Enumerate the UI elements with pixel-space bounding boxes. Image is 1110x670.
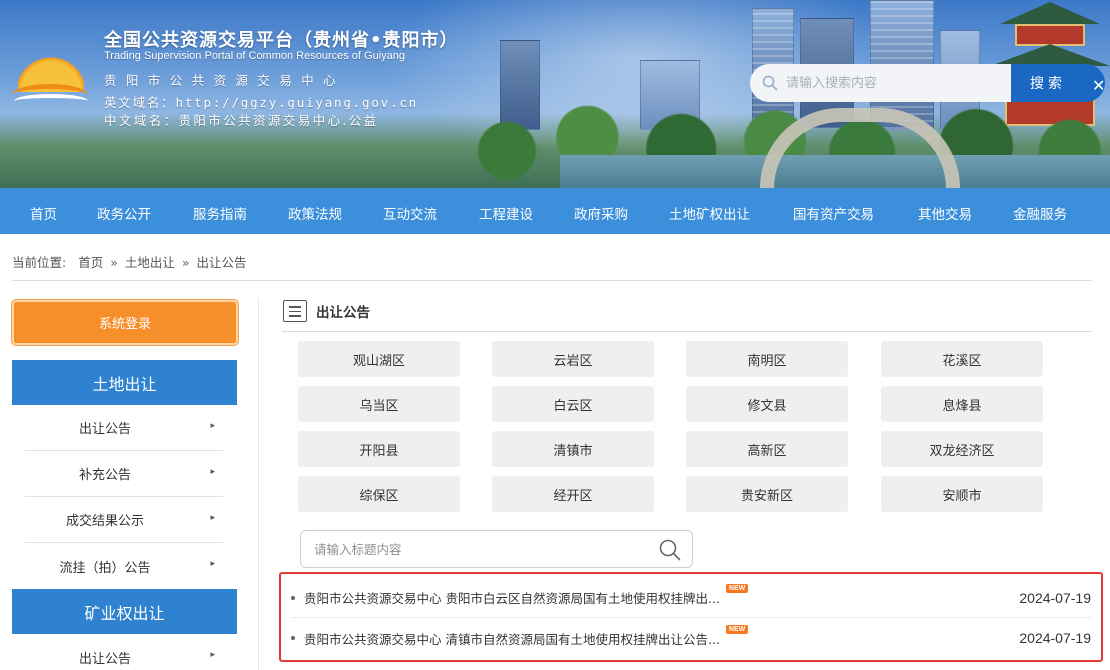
search-icon[interactable] <box>658 538 682 566</box>
notice-row[interactable]: 贵阳市公共资源交易中心 贵阳市白云区自然资源局国有土地使用权挂牌出... NEW… <box>291 578 1091 618</box>
district-qingzhen[interactable]: 清镇市 <box>492 431 654 467</box>
sidebar-item-failed-auction[interactable]: 流挂（拍）公告 ▸ <box>25 543 223 589</box>
district-kaiyang[interactable]: 开阳县 <box>298 431 460 467</box>
breadcrumb-label: 当前位置: <box>12 255 67 270</box>
district-gaoxin[interactable]: 高新区 <box>686 431 848 467</box>
site-search-box[interactable] <box>750 64 1012 102</box>
sidebar-item-mining-notice[interactable]: 出让公告 ▸ <box>25 634 223 670</box>
nav-item-other[interactable]: 其他交易 <box>918 203 972 223</box>
district-guanshanhu[interactable]: 观山湖区 <box>298 341 460 377</box>
chevron-right-icon: ▸ <box>210 421 215 431</box>
district-shuanglong[interactable]: 双龙经济区 <box>881 431 1043 467</box>
site-search-input[interactable] <box>786 75 996 91</box>
section-divider <box>282 331 1092 332</box>
breadcrumb-current[interactable]: 出让公告 <box>196 255 246 270</box>
sidebar-item-label: 补充公告 <box>78 468 131 483</box>
header-banner: 全国公共资源交易平台（贵州省•贵阳市） Trading Supervision … <box>0 0 1110 188</box>
district-zongbao[interactable]: 综保区 <box>298 476 460 512</box>
banner-pavilion <box>1000 2 1100 24</box>
logo-wave-icon <box>14 94 88 108</box>
list-icon <box>283 300 307 322</box>
breadcrumb-divider <box>12 280 1092 281</box>
sidebar-section-mining: 矿业权出让 <box>12 589 237 634</box>
district-jingkai[interactable]: 经开区 <box>492 476 654 512</box>
notice-title[interactable]: 贵阳市公共资源交易中心 清镇市自然资源局国有土地使用权挂牌出让公告... <box>304 629 720 648</box>
sidebar-item-supplement-notice[interactable]: 补充公告 ▸ <box>25 451 223 497</box>
breadcrumb-separator: » <box>181 255 190 270</box>
new-badge-icon: NEW <box>725 584 749 593</box>
chevron-right-icon: ▸ <box>210 559 215 569</box>
notice-date: 2024-07-19 <box>1019 630 1091 646</box>
sidebar-item-label: 出让公告 <box>78 422 131 437</box>
sidebar-section-land: 土地出让 <box>12 360 237 405</box>
nav-item-interaction[interactable]: 互动交流 <box>383 203 437 223</box>
district-xifeng[interactable]: 息烽县 <box>881 386 1043 422</box>
section-header: 出让公告 <box>283 298 370 324</box>
nav-item-procurement[interactable]: 政府采购 <box>574 203 628 223</box>
title-search-box[interactable] <box>300 530 693 568</box>
section-title: 出让公告 <box>316 305 370 321</box>
district-nanming[interactable]: 南明区 <box>686 341 848 377</box>
district-guian[interactable]: 贵安新区 <box>686 476 848 512</box>
banner-pavilion <box>990 44 1110 66</box>
nav-item-gov-affairs[interactable]: 政务公开 <box>97 203 151 223</box>
nav-item-service-guide[interactable]: 服务指南 <box>193 203 247 223</box>
district-wudang[interactable]: 乌当区 <box>298 386 460 422</box>
main-nav: 首页 政务公开 服务指南 政策法规 互动交流 工程建设 政府采购 土地矿权出让 … <box>0 188 1110 234</box>
search-icon <box>762 75 778 91</box>
notice-list: 贵阳市公共资源交易中心 贵阳市白云区自然资源局国有土地使用权挂牌出... NEW… <box>279 572 1103 662</box>
nav-item-home[interactable]: 首页 <box>30 203 57 223</box>
nav-item-state-assets[interactable]: 国有资产交易 <box>793 203 874 223</box>
bullet-icon <box>291 595 295 600</box>
center-name: 贵阳市公共资源交易中心 <box>104 73 345 88</box>
sidebar-divider <box>258 298 259 670</box>
nav-item-finance[interactable]: 金融服务 <box>1013 203 1067 223</box>
close-icon[interactable]: ✕ <box>1092 76 1105 95</box>
sidebar-item-label: 成交结果公示 <box>65 514 144 529</box>
breadcrumb-separator: » <box>110 255 118 270</box>
new-badge-icon: NEW <box>725 624 749 634</box>
nav-item-policy[interactable]: 政策法规 <box>288 203 342 223</box>
chevron-right-icon: ▸ <box>210 467 215 477</box>
breadcrumb-home[interactable]: 首页 <box>78 255 103 270</box>
district-yunyan[interactable]: 云岩区 <box>492 341 654 377</box>
domain-en: 英文域名：http://ggzy.guiyang.gov.cn <box>104 95 418 110</box>
district-xiuwen[interactable]: 修文县 <box>686 386 848 422</box>
nav-item-land-mining[interactable]: 土地矿权出让 <box>669 203 750 223</box>
nav-item-engineering[interactable]: 工程建设 <box>479 203 533 223</box>
district-baiyun[interactable]: 白云区 <box>492 386 654 422</box>
notice-title[interactable]: 贵阳市公共资源交易中心 贵阳市白云区自然资源局国有土地使用权挂牌出... <box>304 588 720 607</box>
site-subtitle-en: Trading Supervision Portal of Common Res… <box>104 50 406 62</box>
sidebar-item-deal-results[interactable]: 成交结果公示 ▸ <box>25 497 223 543</box>
site-search-button[interactable]: 搜索 <box>1011 64 1085 102</box>
district-huaxi[interactable]: 花溪区 <box>881 341 1043 377</box>
banner-pavilion <box>1015 24 1085 46</box>
notice-date: 2024-07-19 <box>1019 589 1091 606</box>
notice-row[interactable]: 贵阳市公共资源交易中心 清镇市自然资源局国有土地使用权挂牌出让公告... NEW… <box>291 618 1091 658</box>
sidebar-item-label: 出让公告 <box>78 651 131 667</box>
system-login-button[interactable]: 系统登录 <box>12 300 238 345</box>
chevron-right-icon: ▸ <box>210 513 215 523</box>
sidebar-item-transfer-notice[interactable]: 出让公告 ▸ <box>25 405 223 451</box>
breadcrumb: 当前位置: 首页 » 土地出让 » 出让公告 <box>12 252 247 271</box>
domain-cn: 中文域名：贵阳市公共资源交易中心.公益 <box>104 113 379 128</box>
district-anshun[interactable]: 安顺市 <box>881 476 1043 512</box>
chevron-right-icon: ▸ <box>210 650 215 660</box>
site-title: 全国公共资源交易平台（贵州省•贵阳市） <box>104 30 459 51</box>
title-search-input[interactable] <box>314 541 644 557</box>
bullet-icon <box>291 636 295 640</box>
sidebar-item-label: 流挂（拍）公告 <box>59 560 151 576</box>
breadcrumb-land[interactable]: 土地出让 <box>125 255 175 270</box>
